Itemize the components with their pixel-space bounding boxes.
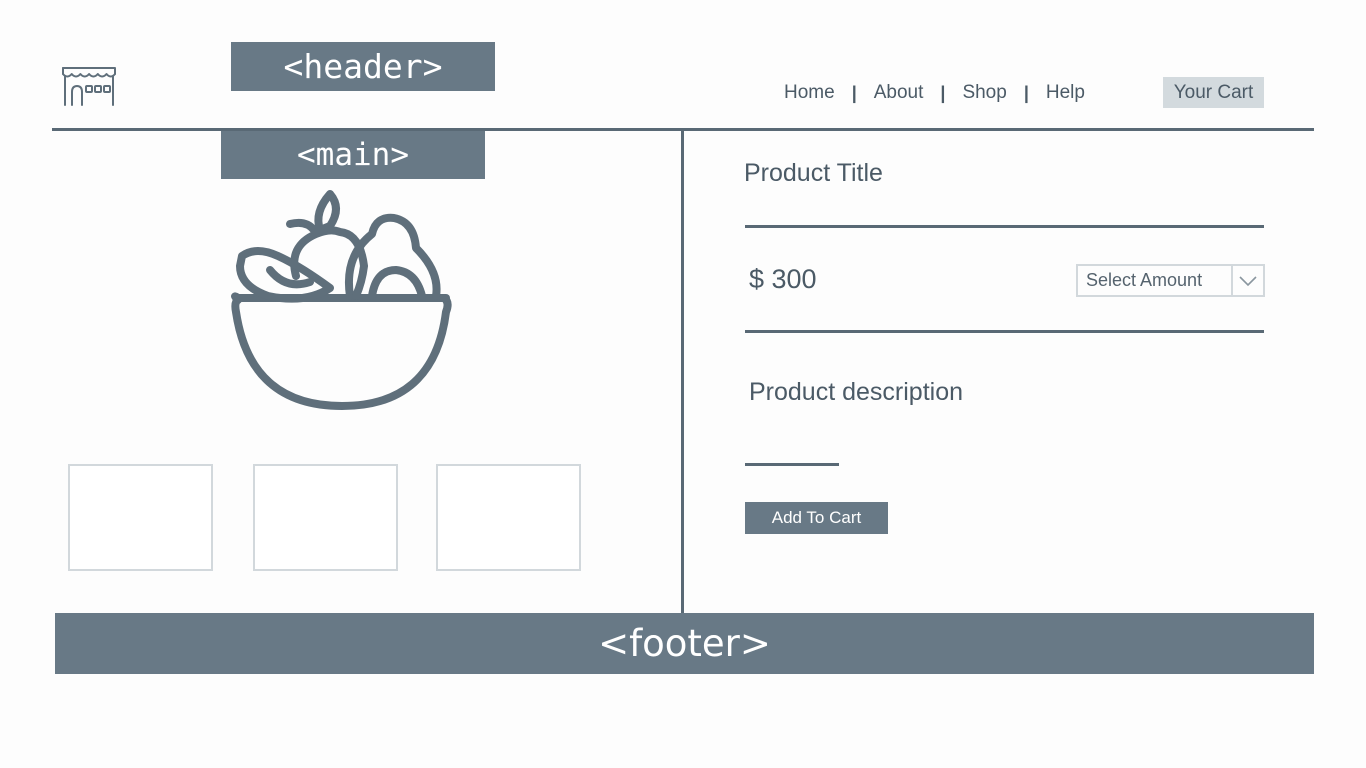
nav-separator: | — [940, 82, 946, 103]
storefront-icon[interactable] — [58, 62, 120, 108]
add-to-cart-button[interactable]: Add To Cart — [745, 502, 888, 534]
nav-item-help[interactable]: Help — [1046, 82, 1085, 104]
select-amount-label: Select Amount — [1086, 270, 1203, 290]
main-column-divider — [681, 131, 684, 613]
nav-item-about[interactable]: About — [874, 82, 924, 104]
your-cart-button[interactable]: Your Cart — [1163, 77, 1264, 108]
product-title: Product Title — [744, 159, 883, 187]
product-thumbnail[interactable] — [253, 464, 398, 571]
product-thumbnail[interactable] — [68, 464, 213, 571]
nav-separator: | — [851, 82, 857, 103]
title-divider — [745, 225, 1264, 228]
select-amount-dropdown[interactable]: Select Amount — [1076, 264, 1265, 297]
header-tag: <header> — [231, 42, 495, 91]
fruit-bowl-icon — [231, 190, 452, 410]
nav-separator: | — [1023, 82, 1029, 103]
product-price: $ 300 — [749, 264, 817, 294]
nav-item-shop[interactable]: Shop — [962, 82, 1006, 104]
product-thumbnail[interactable] — [436, 464, 581, 571]
chevron-down-icon[interactable] — [1231, 266, 1263, 295]
description-underline — [745, 463, 839, 466]
main-nav: Home | About | Shop | Help — [784, 80, 1085, 106]
nav-item-home[interactable]: Home — [784, 82, 835, 104]
footer-tag: <footer> — [55, 613, 1314, 674]
price-divider — [745, 330, 1264, 333]
main-tag: <main> — [221, 131, 485, 179]
product-description: Product description — [749, 378, 964, 406]
